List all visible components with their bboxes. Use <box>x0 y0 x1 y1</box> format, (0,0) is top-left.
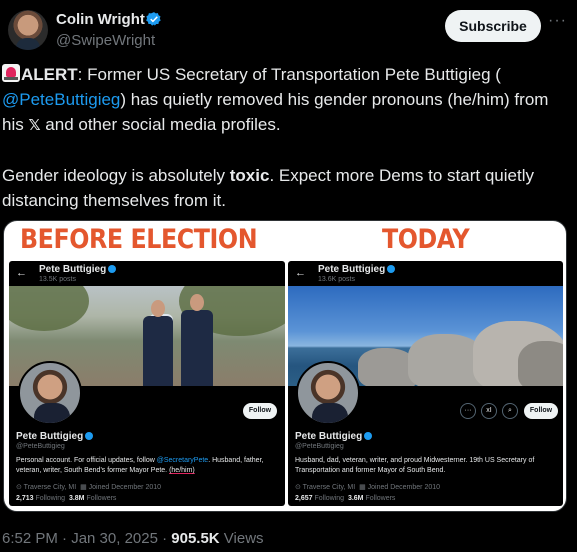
author-name[interactable]: Colin Wright <box>56 11 145 28</box>
profile-top-name: Pete Buttigieg <box>39 264 117 275</box>
tweet-body: ALERT: Former US Secretary of Transporta… <box>2 62 572 213</box>
x-logo-icon: 𝕏 <box>28 116 41 134</box>
profile-bio: Husband, dad, veteran, writer, and proud… <box>295 457 535 474</box>
profile-follow-counts: 2,713 Following 3.8M Followers <box>16 495 117 502</box>
profile-bio: Personal account. For official updates, … <box>16 457 264 474</box>
follow-button: Follow <box>243 403 277 419</box>
grok-icon: xI <box>481 403 497 419</box>
mention-link[interactable]: @PeteButtigieg <box>2 90 120 109</box>
profile-top-name: Pete Buttigieg <box>318 264 396 275</box>
pronouns-text: (he/him) <box>169 467 195 474</box>
views-count: 905.5K <box>171 530 220 547</box>
tweet-timestamp[interactable]: 6:52 PM · Jan 30, 2025 · <box>2 530 171 547</box>
tweet-text-4: Gender ideology is absolutely <box>2 166 230 185</box>
profile-follow-counts: 2,657 Following 3.6M Followers <box>295 495 396 502</box>
author-avatar[interactable] <box>8 10 48 50</box>
verified-badge-icon <box>146 12 161 26</box>
verified-badge-icon <box>85 432 94 441</box>
search-icon: ⌕ <box>502 403 518 419</box>
tweet-text-3: and other social media profiles. <box>40 115 281 134</box>
profile-avatar <box>296 361 360 425</box>
verified-badge-icon <box>108 265 117 274</box>
profile-name: Pete Buttigieg <box>16 431 94 442</box>
tweet-text-1: : Former US Secretary of Transportation … <box>77 65 501 84</box>
profile-before-panel: ← Pete Buttigieg 13.5K posts Follow Pete… <box>9 261 285 506</box>
tweet-paragraph-1: ALERT: Former US Secretary of Transporta… <box>2 62 572 138</box>
profile-handle: @PeteButtigieg <box>295 443 344 450</box>
label-today: TODAY <box>382 224 470 255</box>
tweet-media-image[interactable]: BEFORE ELECTION TODAY ← Pete Buttigieg 1… <box>3 220 567 512</box>
subscribe-button[interactable]: Subscribe <box>445 10 541 42</box>
tweet-paragraph-2: Gender ideology is absolutely toxic. Exp… <box>2 163 572 213</box>
tweet-header: Colin Wright @SwipeWright Subscribe ··· <box>0 0 577 60</box>
profile-meta: ⊙ Traverse City, MI ▦ Joined December 20… <box>16 484 162 491</box>
police-light-icon <box>2 64 20 82</box>
author-handle[interactable]: @SwipeWright <box>56 32 155 49</box>
profile-posts-count: 13.5K posts <box>39 276 76 283</box>
profile-avatar <box>18 361 82 425</box>
back-arrow-icon: ← <box>16 267 27 279</box>
verified-badge-icon <box>364 432 373 441</box>
views-label: Views <box>219 530 264 547</box>
tweet-bold-word: toxic <box>229 166 270 185</box>
profile-handle: @PeteButtigieg <box>16 443 65 450</box>
tweet-timestamp-views: 6:52 PM · Jan 30, 2025 · 905.5K Views <box>2 530 264 547</box>
verified-badge-icon <box>387 265 396 274</box>
profile-today-panel: ← Pete Buttigieg 13.6K posts ··· xI ⌕ Fo… <box>288 261 563 506</box>
profile-name: Pete Buttigieg <box>295 431 373 442</box>
more-options-icon: ··· <box>460 403 476 419</box>
profile-meta: ⊙ Traverse City, MI ▦ Joined December 20… <box>295 484 441 491</box>
label-before-election: BEFORE ELECTION <box>20 224 258 255</box>
more-options-icon[interactable]: ··· <box>548 12 566 32</box>
back-arrow-icon: ← <box>295 267 306 279</box>
follow-button: Follow <box>524 403 558 419</box>
profile-posts-count: 13.6K posts <box>318 276 355 283</box>
alert-word: ALERT <box>21 65 78 84</box>
